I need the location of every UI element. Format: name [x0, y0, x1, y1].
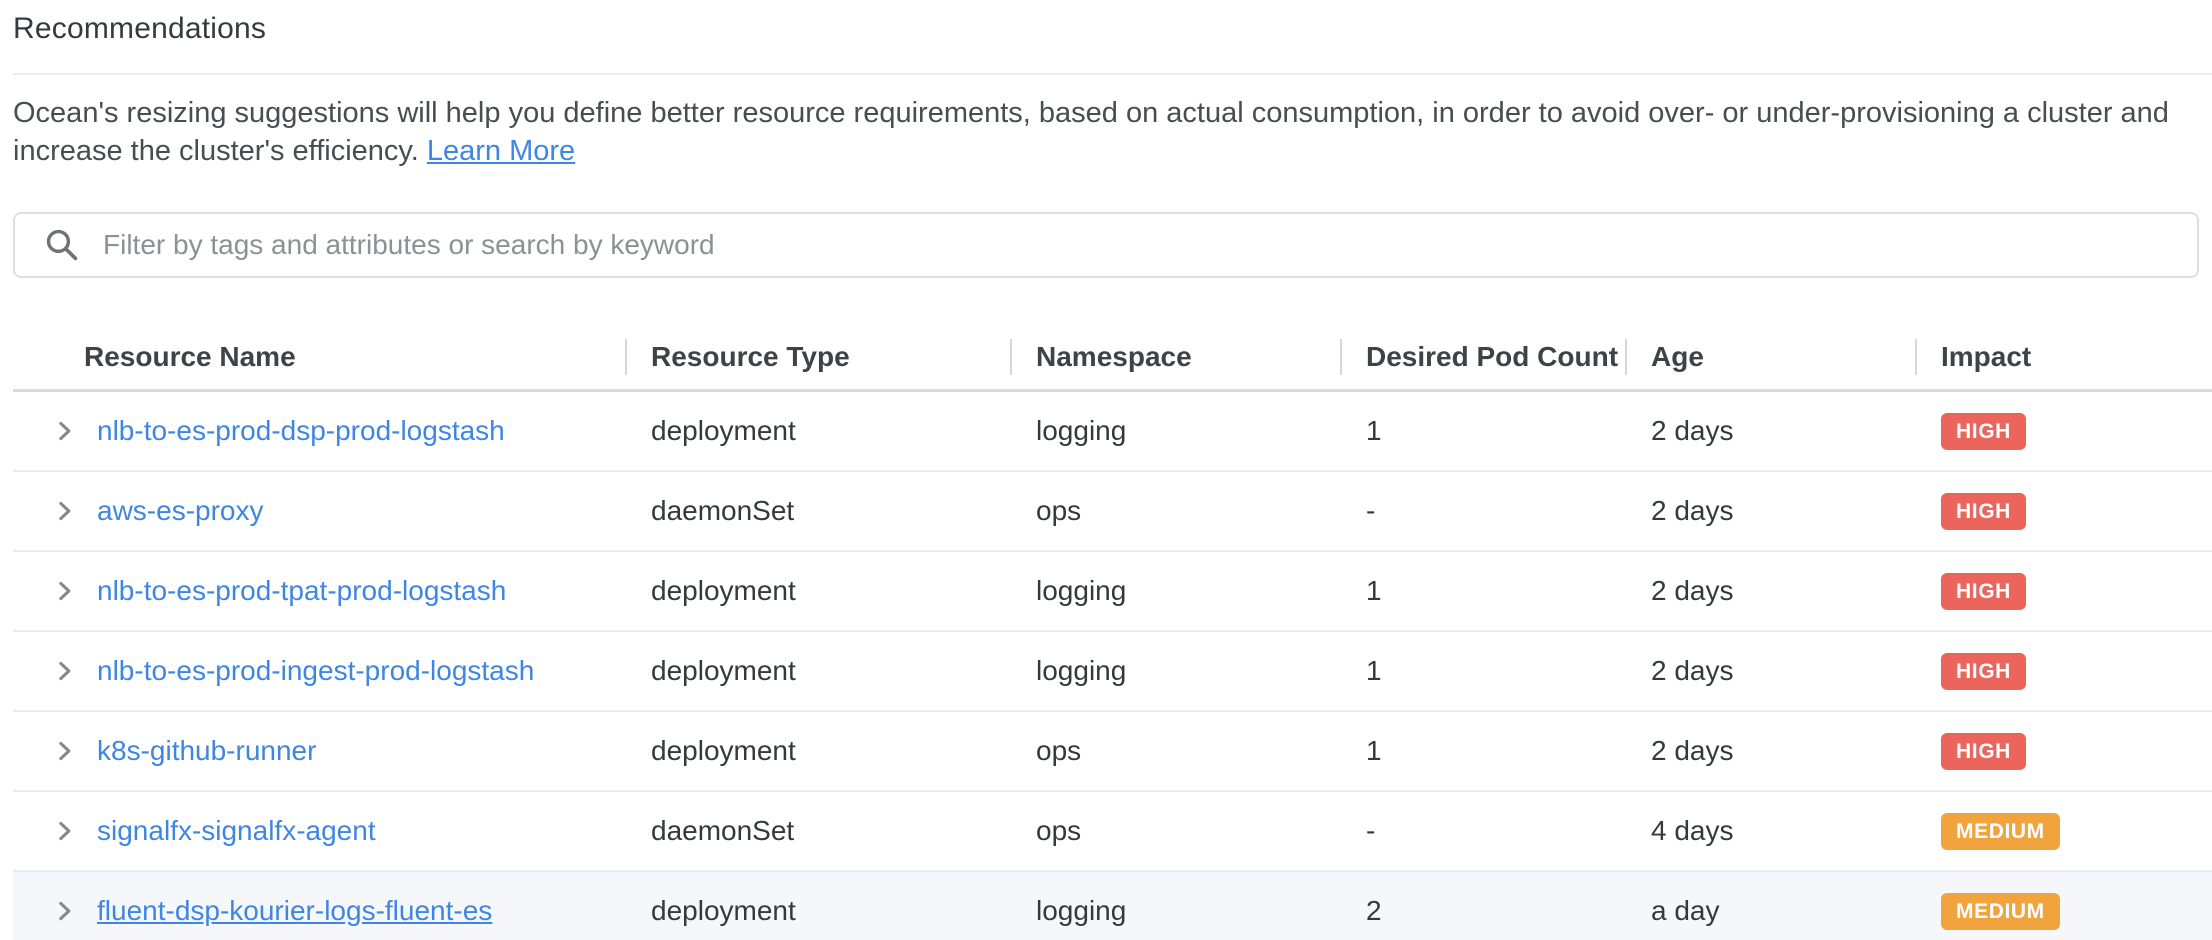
pod-count-cell: - [1340, 495, 1625, 527]
resource-name-link[interactable]: nlb-to-es-prod-dsp-prod-logstash [97, 415, 505, 447]
table-row[interactable]: signalfx-signalfx-agent daemonSet ops - … [13, 792, 2212, 872]
impact-badge: HIGH [1941, 733, 2026, 770]
column-header-impact: Impact [1915, 325, 2212, 389]
resource-name-link[interactable]: aws-es-proxy [97, 495, 263, 527]
namespace-cell: logging [1010, 415, 1340, 447]
table-row[interactable]: nlb-to-es-prod-ingest-prod-logstash depl… [13, 632, 2212, 712]
expand-chevron-icon[interactable] [51, 898, 77, 924]
resource-type-cell: deployment [625, 655, 1010, 687]
pod-count-cell: - [1340, 815, 1625, 847]
impact-badge: MEDIUM [1941, 813, 2060, 850]
column-header-resource-name: Resource Name [13, 325, 625, 389]
resource-type-cell: daemonSet [625, 495, 1010, 527]
age-cell: 4 days [1625, 815, 1915, 847]
table-header: Resource Name Resource Type Namespace De… [13, 325, 2212, 392]
pod-count-cell: 2 [1340, 895, 1625, 927]
expand-chevron-icon[interactable] [51, 418, 77, 444]
expand-chevron-icon[interactable] [51, 738, 77, 764]
age-cell: 2 days [1625, 495, 1915, 527]
expand-chevron-icon[interactable] [51, 818, 77, 844]
column-header-age: Age [1625, 325, 1915, 389]
column-header-namespace: Namespace [1010, 325, 1340, 389]
impact-badge: HIGH [1941, 493, 2026, 530]
pod-count-cell: 1 [1340, 655, 1625, 687]
namespace-cell: logging [1010, 575, 1340, 607]
age-cell: a day [1625, 895, 1915, 927]
resource-type-cell: deployment [625, 415, 1010, 447]
resource-name-link[interactable]: nlb-to-es-prod-tpat-prod-logstash [97, 575, 506, 607]
namespace-cell: ops [1010, 815, 1340, 847]
resource-type-cell: deployment [625, 575, 1010, 607]
filter-bar[interactable] [13, 212, 2199, 278]
resource-type-cell: deployment [625, 735, 1010, 767]
table-row[interactable]: nlb-to-es-prod-tpat-prod-logstash deploy… [13, 552, 2212, 632]
resource-name-link[interactable]: k8s-github-runner [97, 735, 316, 767]
namespace-cell: logging [1010, 655, 1340, 687]
table-row[interactable]: nlb-to-es-prod-dsp-prod-logstash deploym… [13, 392, 2212, 472]
table-row[interactable]: k8s-github-runner deployment ops 1 2 day… [13, 712, 2212, 792]
impact-badge: HIGH [1941, 573, 2026, 610]
table-body: nlb-to-es-prod-dsp-prod-logstash deploym… [13, 392, 2212, 940]
recommendations-page: Recommendations Ocean's resizing suggest… [0, 0, 2212, 940]
pod-count-cell: 1 [1340, 735, 1625, 767]
age-cell: 2 days [1625, 735, 1915, 767]
description-text: Ocean's resizing suggestions will help y… [13, 97, 2169, 167]
page-description: Ocean's resizing suggestions will help y… [13, 94, 2212, 170]
namespace-cell: ops [1010, 495, 1340, 527]
age-cell: 2 days [1625, 655, 1915, 687]
filter-input[interactable] [103, 229, 2197, 261]
column-header-resource-type: Resource Type [625, 325, 1010, 389]
namespace-cell: ops [1010, 735, 1340, 767]
learn-more-link[interactable]: Learn More [427, 135, 575, 167]
table-row[interactable]: fluent-dsp-kourier-logs-fluent-es deploy… [13, 872, 2212, 940]
expand-chevron-icon[interactable] [51, 498, 77, 524]
resource-type-cell: deployment [625, 895, 1010, 927]
resource-type-cell: daemonSet [625, 815, 1010, 847]
recommendations-table: Resource Name Resource Type Namespace De… [13, 325, 2212, 940]
expand-chevron-icon[interactable] [51, 658, 77, 684]
page-title: Recommendations [13, 0, 2212, 46]
expand-chevron-icon[interactable] [51, 578, 77, 604]
column-header-desired-pod-count: Desired Pod Count [1340, 325, 1625, 389]
resource-name-link[interactable]: nlb-to-es-prod-ingest-prod-logstash [97, 655, 534, 687]
impact-badge: HIGH [1941, 653, 2026, 690]
age-cell: 2 days [1625, 575, 1915, 607]
resource-name-link[interactable]: fluent-dsp-kourier-logs-fluent-es [97, 895, 492, 927]
pod-count-cell: 1 [1340, 415, 1625, 447]
table-row[interactable]: aws-es-proxy daemonSet ops - 2 days HIGH [13, 472, 2212, 552]
impact-badge: HIGH [1941, 413, 2026, 450]
namespace-cell: logging [1010, 895, 1340, 927]
impact-badge: MEDIUM [1941, 893, 2060, 930]
resource-name-link[interactable]: signalfx-signalfx-agent [97, 815, 376, 847]
search-icon [45, 228, 79, 262]
pod-count-cell: 1 [1340, 575, 1625, 607]
title-divider [13, 73, 2212, 75]
age-cell: 2 days [1625, 415, 1915, 447]
